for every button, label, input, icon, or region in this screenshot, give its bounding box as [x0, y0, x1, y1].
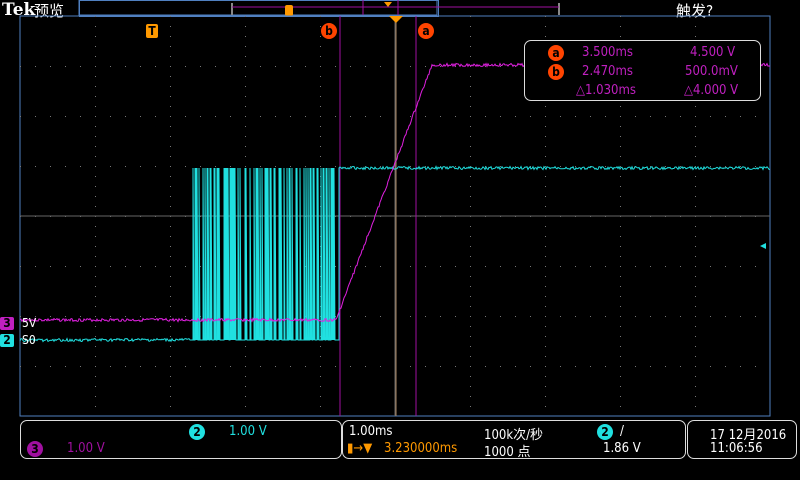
ch3-label: 5V	[22, 316, 37, 330]
cursor-a-marker[interactable]: a	[418, 23, 434, 39]
record-length: 1000 点	[484, 445, 531, 460]
cursor-a-icon: a	[548, 45, 564, 61]
trigger-source-badge[interactable]: 2	[597, 424, 613, 440]
cursor-delta-time: △1.030ms	[576, 83, 636, 98]
ch2-scale[interactable]: 1.00 V	[229, 424, 267, 439]
trigger-level-icon	[760, 243, 766, 249]
trigger-level[interactable]: 1.86 V	[603, 441, 641, 456]
ch3-ground-marker[interactable]: 3	[0, 317, 14, 330]
trigger-position-icon	[389, 16, 403, 23]
ch3-scale[interactable]: 1.00 V	[67, 441, 105, 456]
cursor-b-marker[interactable]: b	[321, 23, 337, 39]
ch3-badge[interactable]: 3	[27, 441, 43, 457]
trigger-marker-icon[interactable]: T	[146, 24, 158, 38]
time: 11:06:56	[710, 441, 763, 456]
timebase-scale[interactable]: 1.00ms	[349, 424, 393, 439]
ch2-label: S0	[22, 333, 36, 347]
cursor-b-volt: 500.0mV	[685, 64, 738, 79]
overview-view-icon	[285, 5, 293, 16]
cursor-a-volt: 4.500 V	[690, 45, 736, 60]
ch2-ground-marker[interactable]: 2	[0, 334, 14, 347]
trigger-position-value[interactable]: 3.230000ms	[384, 441, 457, 456]
cursor-delta-volt: △4.000 V	[684, 83, 739, 98]
cursor-a-time: 3.500ms	[582, 45, 633, 60]
overview-trigger-icon	[384, 2, 392, 7]
cursor-b-time: 2.470ms	[582, 64, 633, 79]
trigger-position-icon-label: ▮→▼	[347, 441, 373, 456]
cursor-b-icon: b	[548, 64, 564, 80]
ch2-badge[interactable]: 2	[189, 424, 205, 440]
trigger-slope-icon[interactable]: /	[620, 424, 624, 439]
